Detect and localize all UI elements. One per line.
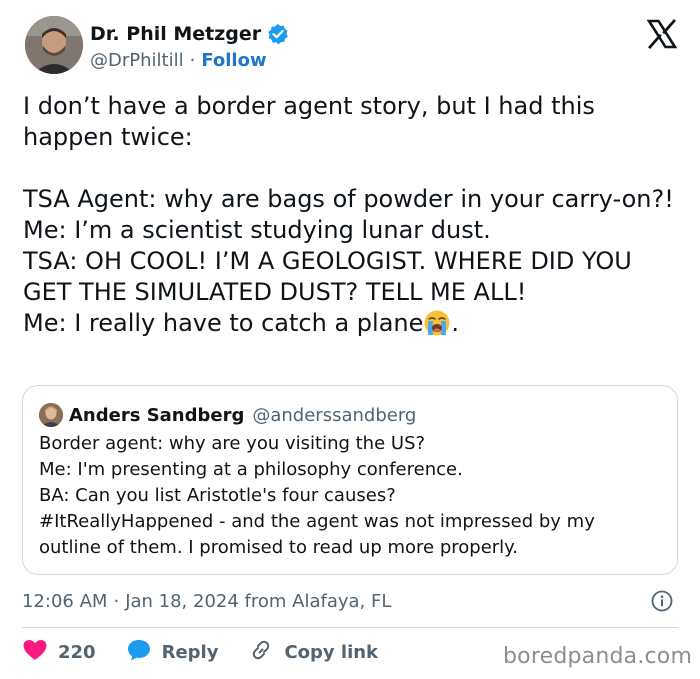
tweet-blank-line [23,153,678,184]
author-handle[interactable]: @DrPhiltill [90,50,184,71]
heart-icon [22,638,48,667]
quoted-line: #ItReallyHappened - and the agent was no… [39,511,595,532]
handle-row: @DrPhiltill · Follow [90,48,267,72]
meta-separator: · [113,590,120,612]
tweet-date-location[interactable]: Jan 18, 2024 from Alafaya, FL [125,591,391,612]
tweet-line: I don’t have a border agent story, but I… [23,92,603,151]
quoted-author-avatar [39,403,63,427]
x-logo-icon[interactable] [646,18,678,50]
follow-link[interactable]: Follow [201,50,266,71]
tweet-last-line: Me: I really have to catch a plane . [23,308,678,339]
copy-link-button[interactable]: Copy link [248,638,378,667]
copy-link-label: Copy link [284,641,379,663]
reply-bubble-icon [126,638,152,667]
quoted-author-name: Anders Sandberg [69,404,245,426]
quoted-line: outline of them. I promised to read up m… [39,537,518,558]
quoted-tweet-header: Anders Sandberg @anderssandberg [39,402,416,428]
tweet-text: I don’t have a border agent story, but I… [23,91,678,339]
link-icon [248,638,274,667]
quoted-tweet-card[interactable]: Anders Sandberg @anderssandberg Border a… [22,385,678,575]
tweet-last-line-suffix: . [451,309,460,337]
reply-label: Reply [161,641,219,663]
divider [22,627,678,628]
loudly-crying-face-emoji [423,309,451,337]
tweet-time[interactable]: 12:06 AM [22,591,107,612]
tweet-line: Me: I’m a scientist studying lunar dust. [23,216,491,244]
like-count: 220 [58,641,96,663]
quoted-tweet-text: Border agent: why are you visiting the U… [39,431,661,561]
author-avatar[interactable] [25,16,83,74]
tweet-meta: 12:06 AM · Jan 18, 2024 from Alafaya, FL [22,588,391,614]
info-icon[interactable] [651,590,673,612]
source-watermark: boredpanda.com [503,644,693,669]
quoted-line: Me: I'm presenting at a philosophy confe… [39,459,463,480]
tweet-actions: 220 Reply Copy link [22,638,408,666]
like-button[interactable]: 220 [22,638,96,667]
embedded-tweet: Dr. Phil Metzger @DrPhiltill · Follow I … [0,0,700,679]
author-name-row: Dr. Phil Metzger [90,21,289,47]
verified-badge-icon [267,23,289,45]
handle-separator: · [189,49,196,71]
quoted-author-handle: @anderssandberg [252,404,417,426]
tweet-last-line-text: Me: I really have to catch a plane [23,309,424,337]
tweet-line: TSA: OH COOL! I’M A GEOLOGIST. WHERE DID… [23,247,640,306]
quoted-line: BA: Can you list Aristotle's four causes… [39,485,396,506]
reply-button[interactable]: Reply [126,638,219,667]
author-name[interactable]: Dr. Phil Metzger [90,23,261,45]
tweet-line: TSA Agent: why are bags of powder in you… [23,185,674,213]
quoted-line: Border agent: why are you visiting the U… [39,433,426,454]
